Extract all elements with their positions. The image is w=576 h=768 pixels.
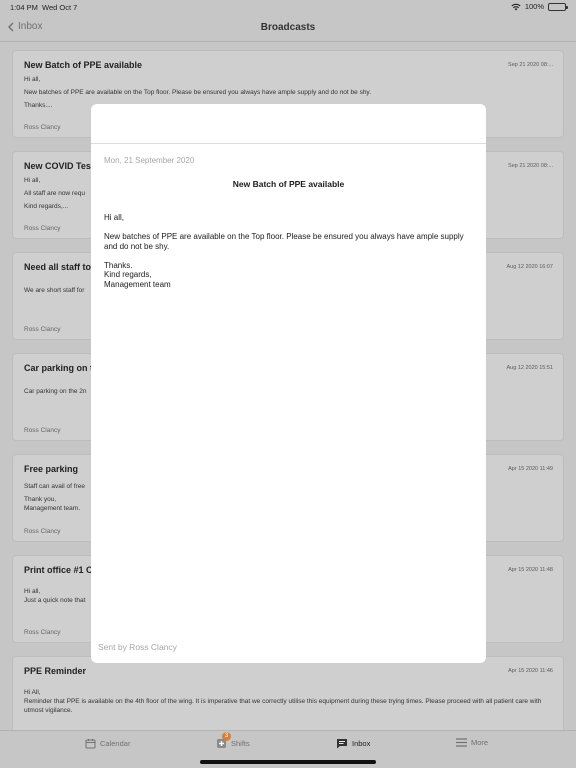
broadcast-date: Apr 15 2020 11:46 [508,668,553,674]
status-date: Wed Oct 7 [42,3,78,12]
battery-icon [548,2,568,11]
wifi-icon [511,3,521,10]
modal-sender: Sent by Ross Clancy [98,642,177,652]
broadcast-date: Apr 15 2020 11:49 [508,466,553,472]
broadcast-date: Apr 15 2020 11:48 [508,567,553,573]
broadcast-author: Ross Clancy [24,225,61,232]
broadcast-date: Aug 12 2020 15:51 [506,365,554,371]
status-time: 1:04 PM [10,3,38,12]
tab-more[interactable]: More [456,738,488,747]
broadcast-title: New Batch of PPE available [24,60,143,70]
broadcast-card[interactable]: PPE Reminder Apr 15 2020 11:46 Hi All, R… [12,656,564,736]
modal-date: Mon, 21 September 2020 [104,156,195,165]
tab-label: Calendar [100,739,131,748]
shifts-badge: 3 [222,732,231,741]
broadcast-date: Aug 12 2020 16:07 [506,264,554,270]
tab-shifts[interactable]: 3 Shifts [216,732,250,749]
modal-title: New Batch of PPE available [232,179,345,189]
inbox-icon [337,739,347,749]
broadcast-line: Hi all, [24,76,41,83]
modal-body: Hi all, New batches of PPE are available… [104,213,473,299]
tab-label: Inbox [352,739,371,748]
broadcast-title: PPE Reminder [24,666,87,676]
menu-icon [456,738,467,747]
broadcast-author: Ross Clancy [24,427,61,434]
broadcast-author: Ross Clancy [24,528,61,535]
modal-paragraph: Hi all, [104,213,125,222]
status-indicators: 100% [511,2,568,11]
modal-paragraph: New batches of PPE are available on the … [104,232,464,251]
battery-percent: 100% [524,2,544,11]
broadcast-date: Sep 21 2020 08:... [508,163,553,169]
home-indicator [200,760,376,764]
modal-header [91,104,486,144]
broadcast-date: Sep 21 2020 08:... [508,62,553,68]
page-title: Broadcasts [260,22,316,33]
status-bar: 1:04 PM Wed Oct 7 100% [0,0,576,14]
broadcast-author: Ross Clancy [24,629,61,636]
broadcast-line: Hi All, Reminder that PPE is available o… [24,689,542,714]
broadcast-detail-modal: Mon, 21 September 2020 New Batch of PPE … [91,104,486,663]
tab-label: Shifts [231,739,250,748]
tab-calendar[interactable]: Calendar [85,738,130,749]
broadcast-author: Ross Clancy [24,326,61,333]
navigation-bar: Inbox Broadcasts [0,14,576,42]
calendar-icon [85,739,96,749]
broadcast-author: Ross Clancy [24,124,61,131]
tab-label: More [471,738,489,747]
tab-inbox[interactable]: Inbox [336,738,370,749]
broadcast-line: New batches of PPE are available on the … [24,89,372,96]
modal-paragraph: Thanks. Kind regards, Management team [104,260,171,289]
